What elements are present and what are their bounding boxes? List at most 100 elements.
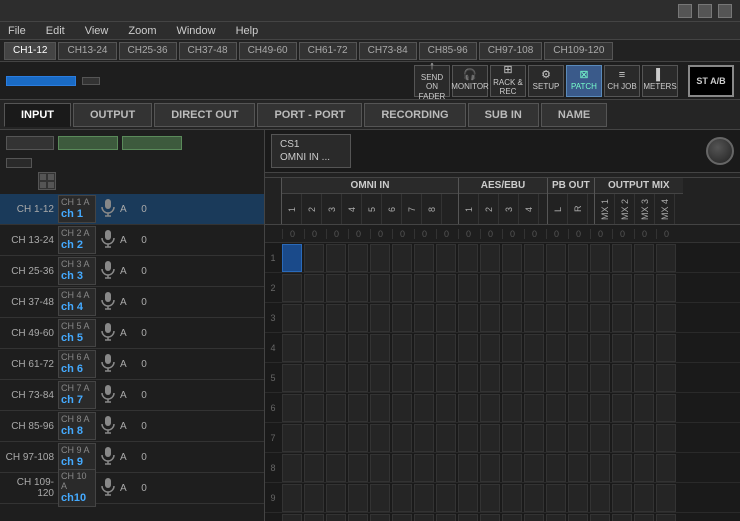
grid-cell[interactable] (436, 484, 456, 512)
grid-cell[interactable] (304, 274, 324, 302)
grid-cell[interactable] (326, 334, 346, 362)
grid-cell[interactable] (326, 304, 346, 332)
grid-cell[interactable] (568, 244, 588, 272)
grid-cell[interactable] (326, 394, 346, 422)
grid-cell[interactable] (370, 394, 390, 422)
grid-cell[interactable] (502, 304, 522, 332)
grid-cell[interactable] (546, 394, 566, 422)
menu-item-window[interactable]: Window (172, 25, 219, 37)
grid-cell[interactable] (656, 484, 676, 512)
grid-cell[interactable] (326, 514, 346, 521)
channel-tab-ch97to108[interactable]: CH97-108 (479, 42, 543, 60)
grid-cell[interactable] (282, 304, 302, 332)
grid-cell[interactable] (502, 484, 522, 512)
grid-cell[interactable] (612, 484, 632, 512)
channel-tab-ch1to12[interactable]: CH1-12 (4, 42, 56, 60)
grid-cell[interactable] (326, 424, 346, 452)
grid-cell[interactable] (634, 454, 654, 482)
take-from-port-button[interactable] (58, 136, 118, 150)
grid-cell[interactable] (612, 454, 632, 482)
grid-cell[interactable] (436, 514, 456, 521)
channel-row[interactable]: CH 25-36CH 3 Ach 3A0 (0, 256, 264, 287)
grid-cell[interactable] (370, 514, 390, 521)
grid-cell[interactable] (590, 334, 610, 362)
channel-tab-ch25to36[interactable]: CH25-36 (119, 42, 177, 60)
grid-cell[interactable] (612, 244, 632, 272)
grid-cell[interactable] (304, 334, 324, 362)
grid-cell[interactable] (656, 304, 676, 332)
grid-cell[interactable] (656, 394, 676, 422)
toolbar-btn-sendonfader[interactable]: ↑SEND ON FADER (414, 65, 450, 97)
channel-row[interactable]: CH 49-60CH 5 Ach 5A0 (0, 318, 264, 349)
grid-cell[interactable] (458, 484, 478, 512)
toolbar-btn-monitor[interactable]: 🎧MONITOR (452, 65, 488, 97)
menu-item-view[interactable]: View (81, 25, 113, 37)
grid-cell[interactable] (370, 334, 390, 362)
grid-cell[interactable] (414, 454, 434, 482)
grid-cell[interactable] (304, 364, 324, 392)
grid-cell[interactable] (590, 304, 610, 332)
grid-cell[interactable] (348, 244, 368, 272)
grid-cell[interactable] (612, 514, 632, 521)
grid-cell[interactable] (370, 304, 390, 332)
grid-cell[interactable] (370, 274, 390, 302)
grid-cell[interactable] (458, 274, 478, 302)
grid-cell[interactable] (326, 454, 346, 482)
grid-cell[interactable] (634, 514, 654, 521)
grid-cell[interactable] (348, 364, 368, 392)
grid-cell[interactable] (524, 334, 544, 362)
channel-tab-ch37to48[interactable]: CH37-48 (179, 42, 237, 60)
grid-cell[interactable] (392, 424, 412, 452)
grid-cell[interactable] (524, 274, 544, 302)
grid-cell[interactable] (524, 454, 544, 482)
channel-tab-ch85to96[interactable]: CH85-96 (419, 42, 477, 60)
channel-row[interactable]: CH 109-120CH 10 Ach10A0 (0, 473, 264, 504)
channel-row[interactable]: CH 37-48CH 4 Ach 4A0 (0, 287, 264, 318)
grid-cell[interactable] (502, 274, 522, 302)
channel-row[interactable]: CH 1-12CH 1 Ach 1A0 (0, 194, 264, 225)
grid-cell[interactable] (304, 514, 324, 521)
grid-cell[interactable] (414, 394, 434, 422)
grid-cell[interactable] (348, 334, 368, 362)
grid-cell[interactable] (436, 394, 456, 422)
grid-cell[interactable] (348, 484, 368, 512)
restore-button[interactable] (698, 4, 712, 18)
grid-cell[interactable] (590, 454, 610, 482)
grid-cell[interactable] (304, 394, 324, 422)
grid-cell[interactable] (392, 244, 412, 272)
grid-cell[interactable] (568, 454, 588, 482)
channel-tab-ch61to72[interactable]: CH61-72 (299, 42, 357, 60)
grid-cell[interactable] (348, 394, 368, 422)
grid-cell[interactable] (414, 514, 434, 521)
grid-cell[interactable] (656, 514, 676, 521)
grid-cell[interactable] (348, 514, 368, 521)
grid-cell[interactable] (568, 364, 588, 392)
grid-cell[interactable] (392, 514, 412, 521)
grid-cell[interactable] (348, 454, 368, 482)
grid-cell[interactable] (480, 244, 500, 272)
grid-cell[interactable] (282, 364, 302, 392)
grid-cell[interactable] (282, 274, 302, 302)
grid-cell[interactable] (282, 514, 302, 521)
grid-cell[interactable] (546, 334, 566, 362)
grid-cell[interactable] (414, 244, 434, 272)
grid-cell[interactable] (458, 394, 478, 422)
channel-label[interactable] (6, 76, 76, 86)
grid-cell[interactable] (480, 304, 500, 332)
grid-cell[interactable] (458, 364, 478, 392)
grid-cell[interactable] (590, 424, 610, 452)
grid-cell[interactable] (546, 514, 566, 521)
grid-cell[interactable] (414, 484, 434, 512)
grid-cell[interactable] (326, 274, 346, 302)
grid-cell[interactable] (282, 484, 302, 512)
grid-cell[interactable] (304, 454, 324, 482)
grid-cell[interactable] (502, 244, 522, 272)
grid-cell[interactable] (568, 484, 588, 512)
grid-cell[interactable] (634, 394, 654, 422)
grid-cell[interactable] (524, 424, 544, 452)
grid-cell[interactable] (590, 364, 610, 392)
grid-cell[interactable] (634, 274, 654, 302)
grid-cell[interactable] (656, 244, 676, 272)
toolbar-btn-setup[interactable]: ⚙SETUP (528, 65, 564, 97)
grid-cell[interactable] (282, 334, 302, 362)
